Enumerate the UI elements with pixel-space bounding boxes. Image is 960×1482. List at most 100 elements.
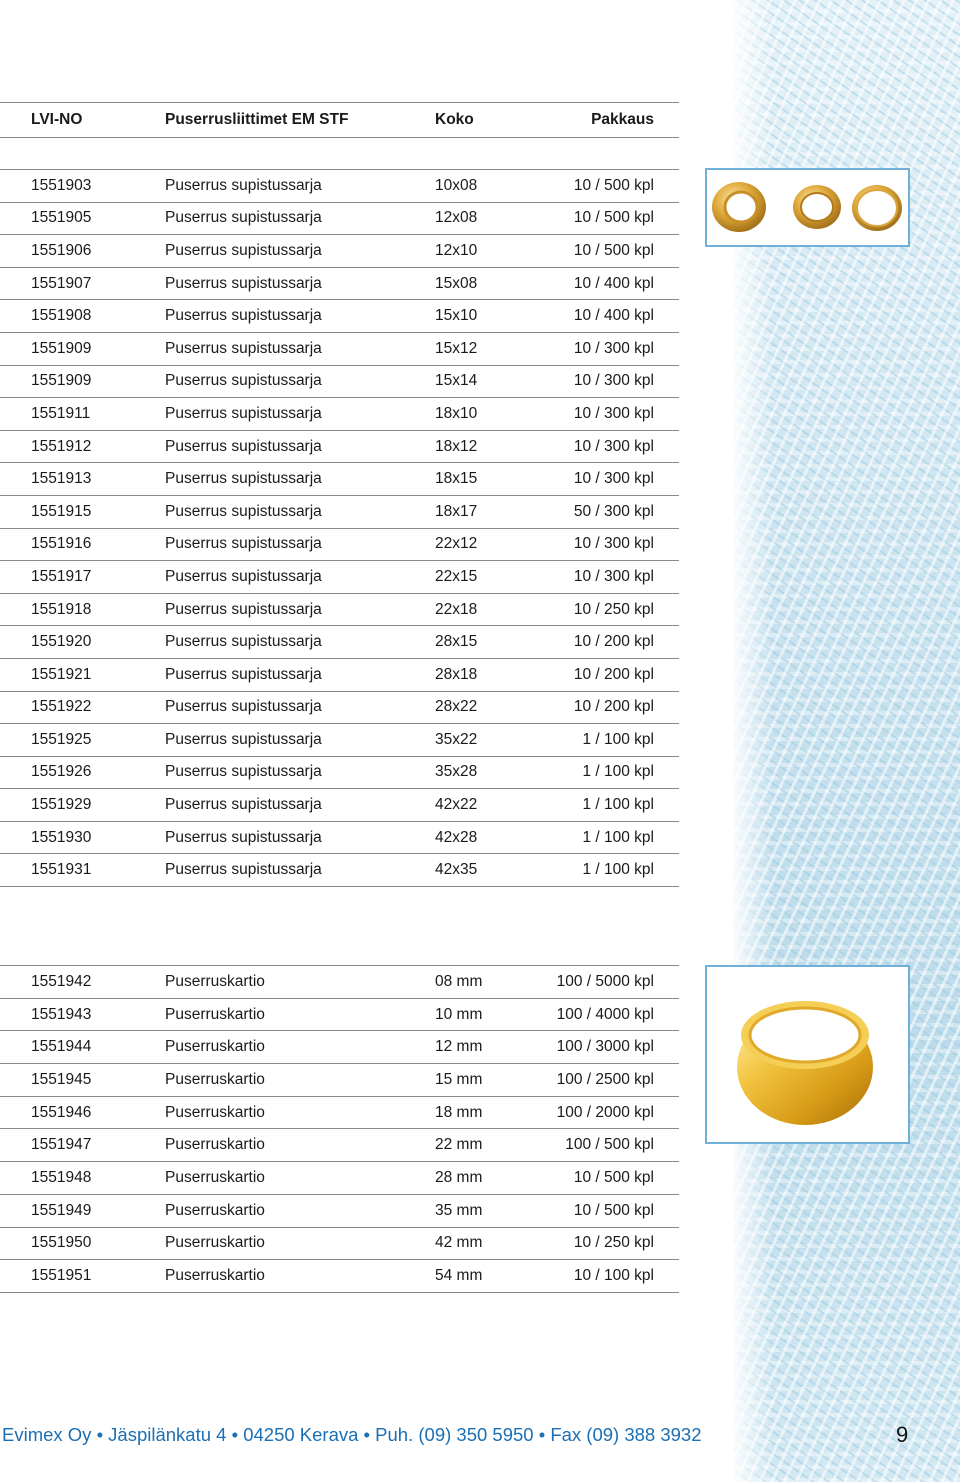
product-name: Puserrus supistussarja [165, 267, 435, 301]
product-pack: 10 / 500 kpl [535, 169, 679, 203]
product-pack: 10 / 300 kpl [535, 332, 679, 366]
product-code: 1551944 [0, 1030, 165, 1065]
product-pack: 10 / 100 kpl [535, 1259, 679, 1293]
product-size: 22x12 [435, 528, 535, 562]
product-size: 42 mm [435, 1227, 535, 1261]
table-row: 1551911 Puserrus supistussarja 18x10 10 / 3… [0, 397, 679, 431]
table-row: 1551930 Puserrus supistussarja 42x28 1 / 10… [0, 821, 679, 855]
product-pack: 10 / 500 kpl [535, 1161, 679, 1195]
product-name: Puserrus supistussarja [165, 430, 435, 464]
product-code: 1551915 [0, 495, 165, 529]
product-code: 1551946 [0, 1096, 165, 1130]
product-code: 1551907 [0, 267, 165, 301]
product-name: Puserrus supistussarja [165, 234, 435, 268]
table-row: 1551951 Puserruskartio 54 mm 10 / 100 kpl [0, 1259, 679, 1293]
product-size: 28x18 [435, 658, 535, 692]
product-name: Puserruskartio [165, 1128, 435, 1163]
product-name: Puserrus supistussarja [165, 625, 435, 659]
product-code: 1551931 [0, 853, 165, 888]
product-code: 1551909 [0, 332, 165, 366]
product-pack: 1 / 100 kpl [535, 821, 679, 855]
product-name: Puserrus supistussarja [165, 495, 435, 529]
product-name: Puserrus supistussarja [165, 788, 435, 822]
table-row: 1551942 Puserruskartio 08 mm 100 / 5000 kpl [0, 965, 679, 999]
product-code: 1551908 [0, 299, 165, 333]
product-pack: 100 / 500 kpl [535, 1128, 679, 1163]
compression-ring-table: 1551942 Puserruskartio 08 mm 100 / 5000 kpl… [0, 965, 679, 1293]
product-size: 18x17 [435, 495, 535, 529]
product-name: Puserrus supistussarja [165, 332, 435, 366]
product-size: 08 mm [435, 965, 535, 999]
reducer-set-table-body: 1551903 Puserrus supistussarja 10x08 10 / 5… [0, 169, 679, 888]
product-size: 15x14 [435, 365, 535, 399]
product-pack: 10 / 250 kpl [535, 1227, 679, 1261]
header-name: Puserrusliittimet EM STF [165, 102, 435, 138]
product-pack: 10 / 300 kpl [535, 528, 679, 562]
product-code: 1551949 [0, 1194, 165, 1228]
product-name: Puserrus supistussarja [165, 593, 435, 627]
product-code: 1551930 [0, 821, 165, 855]
table-row: 1551925 Puserrus supistussarja 35x22 1 / 10… [0, 723, 679, 757]
table-row: 1551915 Puserrus supistussarja 18x17 50 / 3… [0, 495, 679, 529]
product-size: 28 mm [435, 1161, 535, 1195]
reducer-rings-photo [705, 168, 910, 247]
product-code: 1551911 [0, 397, 165, 431]
product-name: Puserrus supistussarja [165, 756, 435, 790]
product-pack: 10 / 300 kpl [535, 397, 679, 431]
product-name: Puserrus supistussarja [165, 299, 435, 333]
table-row: 1551905 Puserrus supistussarja 12x08 10 / 5… [0, 202, 679, 236]
footer-contact: Evimex Oy • Jäspilänkatu 4 • 04250 Kerav… [2, 1424, 702, 1445]
table-row: 1551947 Puserruskartio 22 mm 100 / 500 kpl [0, 1128, 679, 1163]
product-size: 42x28 [435, 821, 535, 855]
table-row: 1551912 Puserrus supistussarja 18x12 10 / 3… [0, 430, 679, 464]
table-row: 1551917 Puserrus supistussarja 22x15 10 / 3… [0, 560, 679, 594]
product-code: 1551925 [0, 723, 165, 757]
table-row: 1551922 Puserrus supistussarja 28x22 10 / 2… [0, 691, 679, 725]
table-row: 1551916 Puserrus supistussarja 22x12 10 / 3… [0, 528, 679, 562]
product-size: 12 mm [435, 1030, 535, 1065]
product-name: Puserruskartio [165, 1096, 435, 1130]
product-size: 15x08 [435, 267, 535, 301]
page-number: 9 [896, 1422, 909, 1447]
product-code: 1551929 [0, 788, 165, 822]
product-code: 1551926 [0, 756, 165, 790]
product-size: 22x15 [435, 560, 535, 594]
product-pack: 100 / 3000 kpl [535, 1030, 679, 1065]
product-code: 1551943 [0, 998, 165, 1032]
product-name: Puserrus supistussarja [165, 560, 435, 594]
product-code: 1551921 [0, 658, 165, 692]
product-code: 1551912 [0, 430, 165, 464]
product-code: 1551947 [0, 1128, 165, 1163]
product-name: Puserruskartio [165, 1259, 435, 1293]
product-name: Puserrus supistussarja [165, 691, 435, 725]
product-code: 1551945 [0, 1063, 165, 1097]
product-code: 1551918 [0, 593, 165, 627]
product-pack: 10 / 300 kpl [535, 462, 679, 496]
table-row: 1551921 Puserrus supistussarja 28x18 10 / 2… [0, 658, 679, 692]
product-name: Puserrus supistussarja [165, 462, 435, 496]
product-pack: 10 / 300 kpl [535, 365, 679, 399]
table-row: 1551926 Puserrus supistussarja 35x28 1 / 10… [0, 756, 679, 790]
table-row: 1551950 Puserruskartio 42 mm 10 / 250 kpl [0, 1227, 679, 1261]
product-size: 42x22 [435, 788, 535, 822]
product-size: 18x10 [435, 397, 535, 431]
product-size: 28x22 [435, 691, 535, 725]
table-row: 1551929 Puserrus supistussarja 42x22 1 / 10… [0, 788, 679, 822]
table-row: 1551944 Puserruskartio 12 mm 100 / 3000 kpl [0, 1030, 679, 1065]
reducer-set-table: 1551903 Puserrus supistussarja 10x08 10 / 5… [0, 169, 679, 888]
product-pack: 10 / 300 kpl [535, 560, 679, 594]
product-size: 18 mm [435, 1096, 535, 1130]
table-row: 1551943 Puserruskartio 10 mm 100 / 4000 kpl [0, 998, 679, 1032]
product-pack: 1 / 100 kpl [535, 788, 679, 822]
product-pack: 100 / 2000 kpl [535, 1096, 679, 1130]
table-row: 1551949 Puserruskartio 35 mm 10 / 500 kpl [0, 1194, 679, 1228]
product-name: Puserruskartio [165, 998, 435, 1032]
product-name: Puserruskartio [165, 1194, 435, 1228]
product-size: 15x12 [435, 332, 535, 366]
header-code: LVI-NO [0, 102, 165, 138]
product-name: Puserrus supistussarja [165, 658, 435, 692]
brass-rings-image [712, 182, 902, 232]
product-pack: 100 / 4000 kpl [535, 998, 679, 1032]
product-pack: 1 / 100 kpl [535, 723, 679, 757]
column-header-row: LVI-NO Puserrusliittimet EM STF Koko Pak… [0, 102, 679, 138]
